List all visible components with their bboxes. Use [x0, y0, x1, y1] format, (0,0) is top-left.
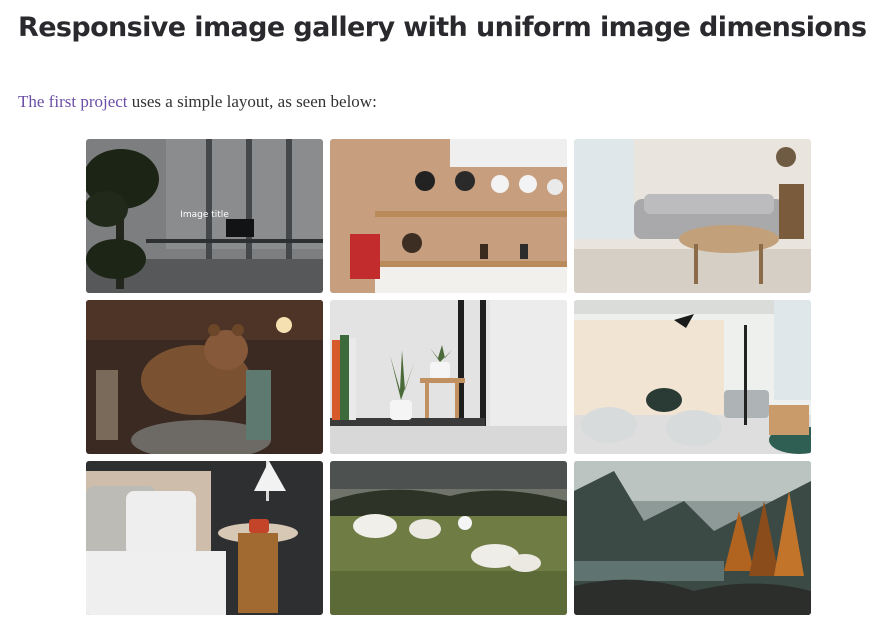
intro-text: uses a simple layout, as seen below: — [127, 92, 377, 111]
hat-shop-photo — [330, 139, 567, 293]
gallery-image-lounge[interactable] — [574, 300, 811, 454]
gallery-image-bedroom[interactable] — [86, 461, 323, 615]
sheep-photo — [330, 461, 567, 615]
gallery-image-bear[interactable] — [86, 300, 323, 454]
living-room-photo — [574, 139, 811, 293]
gallery-image-office[interactable]: Image title — [86, 139, 323, 293]
gallery-image-hat-shop[interactable] — [330, 139, 567, 293]
page-title: Responsive image gallery with uniform im… — [18, 12, 867, 43]
gallery-image-sheep[interactable] — [330, 461, 567, 615]
lounge-photo — [574, 300, 811, 454]
gallery-image-living-room[interactable] — [574, 139, 811, 293]
image-gallery: Image title — [86, 139, 812, 615]
shelf-plants-photo — [330, 300, 567, 454]
forest-lake-photo — [574, 461, 811, 615]
bedroom-photo — [86, 461, 323, 615]
first-project-link[interactable]: The first project — [18, 92, 128, 111]
gallery-image-shelf-plants[interactable] — [330, 300, 567, 454]
bear-photo — [86, 300, 323, 454]
hover-overlay: Image title — [86, 139, 323, 293]
gallery-image-forest-lake[interactable] — [574, 461, 811, 615]
intro-paragraph: The first project uses a simple layout, … — [18, 92, 377, 112]
image-title-caption: Image title — [180, 210, 229, 220]
